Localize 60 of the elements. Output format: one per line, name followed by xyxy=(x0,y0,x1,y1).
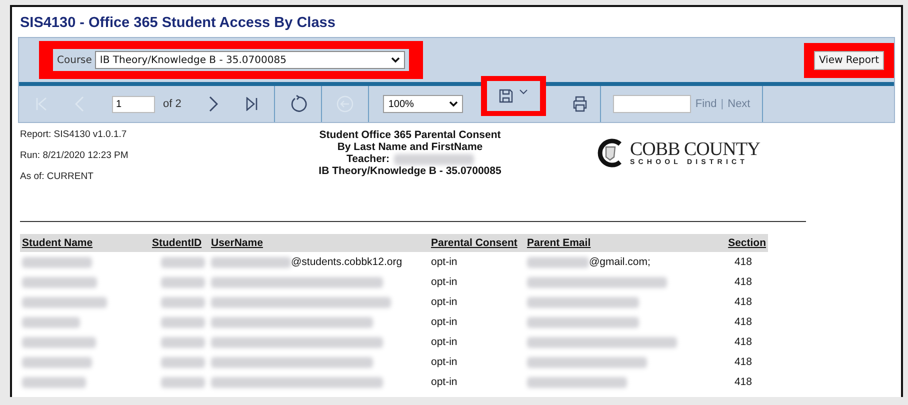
redacted-text xyxy=(527,256,589,268)
report-heading: Student Office 365 Parental Consent xyxy=(319,129,501,141)
table-cell-text: opt-in xyxy=(430,255,458,270)
refresh-icon[interactable] xyxy=(289,95,308,113)
table-cell-text: 418 xyxy=(733,295,753,310)
table-cell-text: 418 xyxy=(733,275,753,290)
table-cell-text: opt-in xyxy=(430,295,458,310)
table-cell-text: opt-in xyxy=(430,335,458,350)
table-cell-text: @gmail.com; xyxy=(589,255,650,270)
table-cell-text: 418 xyxy=(733,375,753,390)
redacted-text xyxy=(22,356,92,368)
report-heading: Teacher: xyxy=(346,153,474,165)
page-number-field[interactable]: 1 xyxy=(112,96,155,112)
table-cell-text: opt-in xyxy=(430,315,458,330)
report-heading: IB Theory/Knowledge B - 35.0700085 xyxy=(318,165,502,177)
report-heading: By Last Name and FirstName xyxy=(337,141,483,153)
table-cell-text: opt-in xyxy=(430,355,458,370)
window-title: SIS4130 - Office 365 Student Access By Class xyxy=(19,14,336,33)
redacted-text xyxy=(161,256,205,268)
table-cell-text: 418 xyxy=(733,335,753,350)
redacted-text xyxy=(22,256,92,268)
redacted-text xyxy=(161,316,205,328)
redacted-text xyxy=(161,336,205,348)
course-dropdown[interactable]: IB Theory/Knowledge B - 35.0700085 xyxy=(94,51,405,69)
course-label: Course xyxy=(57,54,92,66)
table-cell-text: 418 xyxy=(733,315,753,330)
separator: | xyxy=(720,98,724,110)
report-info: Report: SIS4130 v1.0.1.7 xyxy=(20,129,128,140)
column-header[interactable]: Parent Email xyxy=(525,234,695,252)
chevron-icon xyxy=(449,101,458,107)
page-count: of 2 xyxy=(163,98,182,110)
report-info: Run: 8/21/2020 12:23 PM xyxy=(20,150,130,161)
table-cell-text: @students.cobbk12.org xyxy=(291,255,402,270)
table-cell-text: opt-in xyxy=(430,275,458,290)
next-page-icon[interactable] xyxy=(209,96,218,112)
redacted-text xyxy=(161,296,205,308)
column-header[interactable]: Student Name xyxy=(20,234,150,252)
find-field[interactable] xyxy=(613,95,692,113)
redacted-text xyxy=(22,316,80,328)
column-header[interactable]: UserName xyxy=(209,234,429,252)
print-icon[interactable] xyxy=(572,96,588,112)
chevron-icon xyxy=(390,57,400,63)
logo-name: COBB COUNTY xyxy=(630,140,760,158)
last-page-icon[interactable] xyxy=(246,97,258,111)
report-info: As of: CURRENT xyxy=(20,171,94,182)
redacted-text xyxy=(161,356,205,368)
chevron-icon xyxy=(519,89,528,95)
save-button[interactable] xyxy=(487,81,540,111)
table-cell-text: 418 xyxy=(733,355,753,370)
save-icon xyxy=(499,89,514,103)
redacted-text xyxy=(22,376,86,388)
table-cell-text: 418 xyxy=(733,255,753,270)
table-cell-text: opt-in xyxy=(430,375,458,390)
column-header[interactable]: StudentID xyxy=(150,234,209,252)
column-header[interactable]: Parental Consent xyxy=(429,234,525,252)
redacted-text xyxy=(161,376,205,388)
zoom-dropdown[interactable]: 100% xyxy=(383,95,464,113)
column-header[interactable]: Section xyxy=(695,234,768,252)
redacted-text xyxy=(161,276,205,288)
view-report-button[interactable]: View Report xyxy=(814,50,884,70)
